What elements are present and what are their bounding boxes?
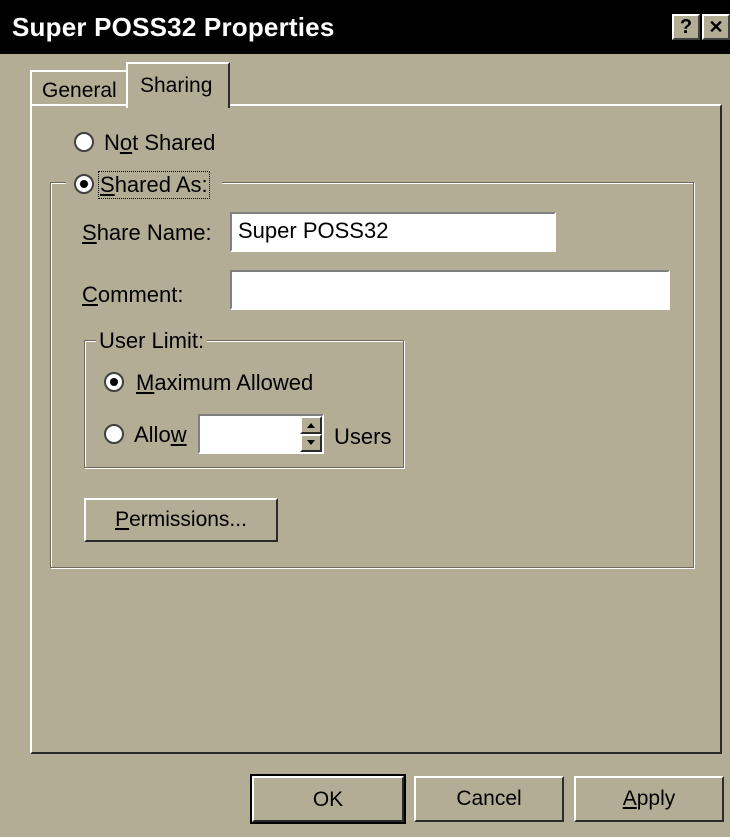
maximum-allowed-label[interactable]: Maximum Allowed	[136, 370, 313, 396]
properties-dialog: Super POSS32 Properties ? ✕ General Shar…	[0, 0, 730, 837]
ok-button[interactable]: OK	[250, 774, 406, 824]
share-name-label: Share Name:	[82, 220, 212, 245]
spin-up-button[interactable]	[300, 416, 322, 434]
tab-general[interactable]: General	[30, 70, 128, 106]
user-limit-legend: User Limit:	[96, 328, 208, 354]
ok-button-face: OK	[252, 776, 404, 822]
shared-as-radio[interactable]	[74, 174, 94, 194]
cancel-label: Cancel	[456, 787, 522, 810]
close-button[interactable]: ✕	[702, 14, 730, 40]
tab-sharing[interactable]: Sharing	[126, 62, 230, 108]
help-button[interactable]: ?	[672, 14, 700, 40]
share-name-value: Super POSS32	[238, 218, 389, 243]
permissions-label: Permissions...	[115, 508, 247, 531]
permissions-button[interactable]: Permissions...	[84, 498, 278, 542]
users-label: Users	[334, 424, 392, 449]
cancel-button[interactable]: Cancel	[414, 776, 564, 822]
comment-input[interactable]	[230, 270, 670, 310]
allow-users-spinner[interactable]	[198, 414, 324, 454]
help-icon: ?	[679, 16, 693, 38]
not-shared-radio[interactable]	[74, 132, 94, 152]
tab-sharing-label: Sharing	[140, 74, 213, 97]
ok-label: OK	[312, 788, 344, 811]
shared-as-legend: Shared As:	[66, 171, 222, 199]
close-icon: ✕	[708, 17, 724, 37]
share-name-input[interactable]: Super POSS32	[230, 212, 556, 252]
tab-general-label: General	[42, 79, 117, 102]
shared-as-label[interactable]: Shared As:	[98, 171, 210, 199]
allow-label[interactable]: Allow	[134, 422, 187, 448]
radio-selected-dot	[80, 180, 88, 188]
arrow-down-icon	[307, 440, 315, 445]
spin-down-button[interactable]	[300, 434, 322, 452]
not-shared-label[interactable]: Not Shared	[104, 130, 215, 156]
allow-radio[interactable]	[104, 424, 124, 444]
apply-label: Apply	[622, 787, 676, 810]
maximum-allowed-radio[interactable]	[104, 372, 124, 392]
arrow-up-icon	[307, 423, 315, 428]
comment-label: Comment:	[82, 282, 184, 307]
radio-selected-dot	[110, 378, 118, 386]
apply-button[interactable]: Apply	[574, 776, 724, 822]
title-bar: Super POSS32 Properties ? ✕	[0, 0, 730, 54]
window-title: Super POSS32 Properties	[12, 12, 335, 42]
